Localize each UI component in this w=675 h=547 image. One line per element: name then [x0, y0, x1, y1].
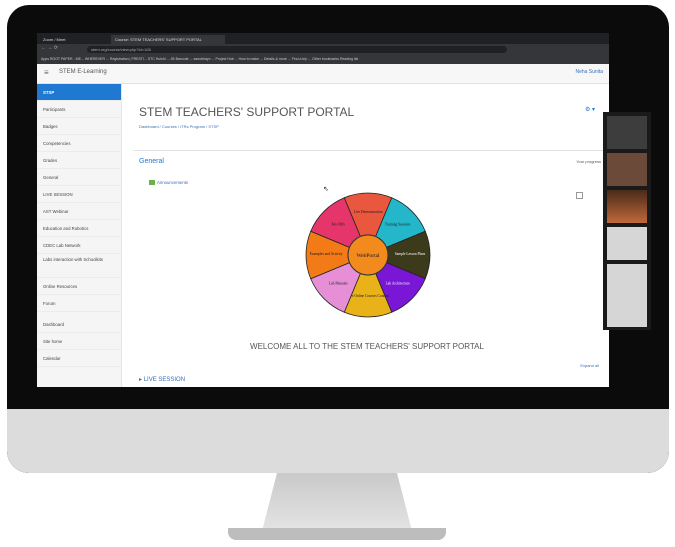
address-bar: ← → ⟳ stem.org/course/view.php?id=108: [37, 44, 609, 55]
app-header: ≡ STEM E-Learning Neha Sunita: [37, 64, 609, 84]
monitor-stand: [262, 473, 412, 531]
sidebar-item-general[interactable]: General: [37, 169, 121, 186]
wheel-segment-label: Examples and Activity: [310, 252, 343, 256]
participant-video[interactable]: [607, 190, 647, 223]
sidebar-item-site-home[interactable]: Site home: [37, 333, 121, 350]
wheel-segment-label: Live Demonstration: [354, 210, 383, 214]
participant-avatar[interactable]: [607, 227, 647, 260]
url-field[interactable]: stem.org/course/view.php?id=108: [87, 46, 507, 53]
monitor-bezel: Zoom / Meet Course: STEM TEACHERS' SUPPO…: [7, 5, 669, 473]
wheel-center-label: WebPortal: [356, 253, 380, 259]
wheel-segment-label: Sample Lesson Plans: [395, 252, 426, 256]
section-title-live-session[interactable]: ▸ LIVE SESSION: [139, 376, 185, 383]
sidebar-item-participants[interactable]: Participants: [37, 101, 121, 118]
user-menu[interactable]: Neha Sunita: [575, 69, 603, 75]
wheel-segment-label: Free Online Courses Content: [347, 294, 389, 298]
welcome-banner: WELCOME ALL TO THE STEM TEACHERS' SUPPOR…: [250, 342, 484, 351]
nav-arrows-icon[interactable]: ← → ⟳: [41, 45, 58, 51]
section-title-general[interactable]: General: [139, 158, 164, 165]
sidebar-item-cdec-lab[interactable]: CDEC Lab Network: [37, 237, 121, 254]
video-participants-strip: [603, 112, 651, 330]
sidebar-item-badges[interactable]: Badges: [37, 118, 121, 135]
participant-video[interactable]: [607, 116, 647, 149]
wheel-segment-label: Lab Manuals: [329, 282, 348, 286]
sidebar-item-forum[interactable]: Forum: [37, 295, 121, 312]
gear-icon[interactable]: ⚙ ▾: [585, 106, 595, 113]
menu-icon[interactable]: ≡: [44, 68, 49, 77]
divider: [133, 150, 609, 151]
portal-wheel: Live Demonstration Training Sessions Sampl…: [305, 192, 431, 318]
sidebar-item-ast-webinar[interactable]: AST Webinar: [37, 203, 121, 220]
site-brand[interactable]: STEM E-Learning: [59, 69, 107, 75]
browser-window: Zoom / Meet Course: STEM TEACHERS' SUPPO…: [37, 33, 609, 387]
participant-video[interactable]: [607, 153, 647, 186]
tab-bar: Zoom / Meet Course: STEM TEACHERS' SUPPO…: [37, 33, 609, 44]
wheel-segment-label: Kits Pdfs: [332, 222, 346, 226]
sidebar-item-stsp[interactable]: STSP: [37, 84, 121, 101]
wheel-segment-label: Training Sessions: [385, 222, 411, 226]
progress-label: Your progress: [576, 159, 601, 164]
forum-icon: [149, 180, 155, 186]
course-main: STEM TEACHERS' SUPPORT PORTAL Dashboard …: [125, 84, 609, 387]
monitor-chin: [7, 409, 669, 473]
sidebar-item-grades[interactable]: Grades: [37, 152, 121, 169]
tab-course[interactable]: Course: STEM TEACHERS' SUPPORT PORTAL: [111, 35, 225, 44]
sidebar-item-live-session[interactable]: LIVE SESSION: [37, 186, 121, 203]
sidebar-item-labs-interaction[interactable]: Labs interaction with Schoolkits: [37, 254, 121, 278]
announcements-link[interactable]: Announcements: [149, 180, 189, 186]
bookmarks-bar[interactable]: Apps ROOT PAPER - ME... WHEREVER ... Reg…: [37, 55, 609, 64]
page-title: STEM TEACHERS' SUPPORT PORTAL: [139, 105, 355, 119]
sidebar-item-education-robotics[interactable]: Education and Robotics: [37, 220, 121, 237]
sidebar-item-dashboard[interactable]: Dashboard: [37, 316, 121, 333]
announcements-label: Announcements: [157, 180, 189, 185]
completion-checkbox[interactable]: [576, 192, 583, 199]
sidebar-item-competencies[interactable]: Competencies: [37, 135, 121, 152]
tab-zoom[interactable]: Zoom / Meet: [39, 35, 113, 44]
live-session-label: LIVE SESSION: [143, 377, 186, 383]
monitor-stand-base: [228, 528, 446, 540]
participant-avatar[interactable]: [607, 264, 647, 297]
sidebar-nav: STSP Participants Badges Competencies Gr…: [37, 84, 122, 387]
participant-avatar[interactable]: [607, 297, 647, 327]
sidebar-item-calendar[interactable]: Calendar: [37, 350, 121, 367]
expand-all-link[interactable]: Expand all: [580, 363, 599, 368]
sidebar-item-online-resources[interactable]: Online Resources: [37, 278, 121, 295]
wheel-segment-label: Lab Architecture: [386, 282, 411, 286]
breadcrumb[interactable]: Dashboard / Courses / ITRs Program / STS…: [139, 124, 219, 129]
